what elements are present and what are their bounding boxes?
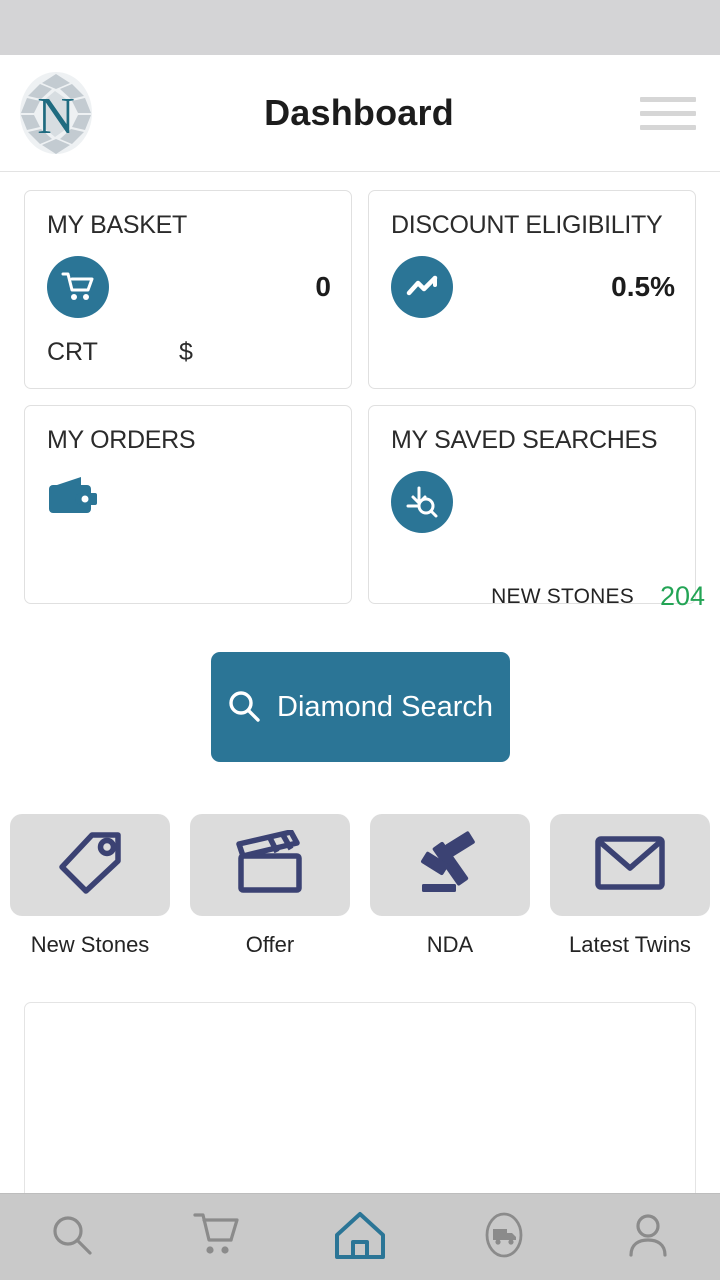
diamond-search-button[interactable]: Diamond Search [210,652,510,762]
tile-new-stones[interactable]: New Stones [10,814,170,958]
home-icon [332,1209,388,1266]
page-title: Dashboard [264,92,454,133]
card-body: 0 [47,256,335,318]
tile-icon-box [190,814,350,916]
card-body [391,471,679,533]
person-icon [624,1210,672,1265]
card-title: MY BASKET [47,211,187,239]
diamond-logo-icon: N [14,69,98,157]
card-footer: CRT $ [47,338,335,367]
tile-label: NDA [426,932,474,957]
shopping-cart-icon [191,1210,241,1265]
saved-search-label: NEW STONES [491,584,634,608]
tile-offer[interactable]: Offer [190,814,350,958]
card-body: 0.5% [391,256,679,318]
saved-search-count: 204 [659,581,705,611]
saved-search-icon [391,471,453,533]
tile-latest-twins[interactable]: Latest Twins [550,814,710,958]
card-my-orders[interactable]: MY ORDERS [24,405,352,604]
tile-nda[interactable]: NDA [370,814,530,958]
basket-unit-label: CRT [47,338,98,366]
envelope-icon [593,833,667,898]
tile-label: Offer [245,932,295,957]
card-value: 0.5% [611,271,675,302]
content-panel [24,1002,696,1222]
card-footer: NEW STONES 204 [391,581,705,612]
tile-icon-box [550,814,710,916]
gavel-icon [414,829,486,902]
tile-label: New Stones [30,932,150,957]
nav-item-tracking[interactable] [432,1194,576,1280]
tile-icon-box [10,814,170,916]
bottom-navigation-bar [0,1193,720,1280]
nav-item-cart[interactable] [144,1194,288,1280]
card-title: MY ORDERS [47,426,196,454]
nav-item-profile[interactable] [576,1194,720,1280]
card-my-basket[interactable]: MY BASKET 0 CRT $ [24,190,352,389]
nav-item-search[interactable] [0,1194,144,1280]
clapperboard-offer-icon [233,828,307,901]
hamburger-menu-icon[interactable] [640,91,696,135]
card-title: DISCOUNT ELIGIBILITY [391,211,663,239]
shopping-cart-icon [47,256,109,318]
tag-icon [54,829,126,902]
card-discount-eligibility[interactable]: DISCOUNT ELIGIBILITY 0.5% [368,190,696,389]
status-bar [0,0,720,55]
wallet-icon [47,475,335,522]
app-screen: N Dashboard MY BASKET 0 CRT $ DISCOUNT E… [0,0,720,1280]
search-icon [48,1211,96,1264]
tile-label: Latest Twins [569,932,691,957]
tile-icon-box [370,814,530,916]
nav-item-home[interactable] [288,1194,432,1280]
quick-action-tiles: New Stones Offer NDA Latest Twins [0,814,720,958]
diamond-search-section: Diamond Search [0,652,720,762]
card-title: MY SAVED SEARCHES [391,426,658,454]
trending-up-icon [391,256,453,318]
card-value: 0 [315,271,331,302]
search-icon [227,689,261,726]
app-header: N Dashboard [0,55,720,172]
card-my-saved-searches[interactable]: MY SAVED SEARCHES NEW STONES 204 [368,405,705,611]
basket-currency-label: $ [179,338,193,366]
summary-cards-grid: MY BASKET 0 CRT $ DISCOUNT ELIGIBILITY 0… [0,172,720,611]
svg-text:N: N [37,88,75,145]
diamond-search-label: Diamond Search [277,690,493,723]
delivery-truck-icon [478,1209,530,1266]
